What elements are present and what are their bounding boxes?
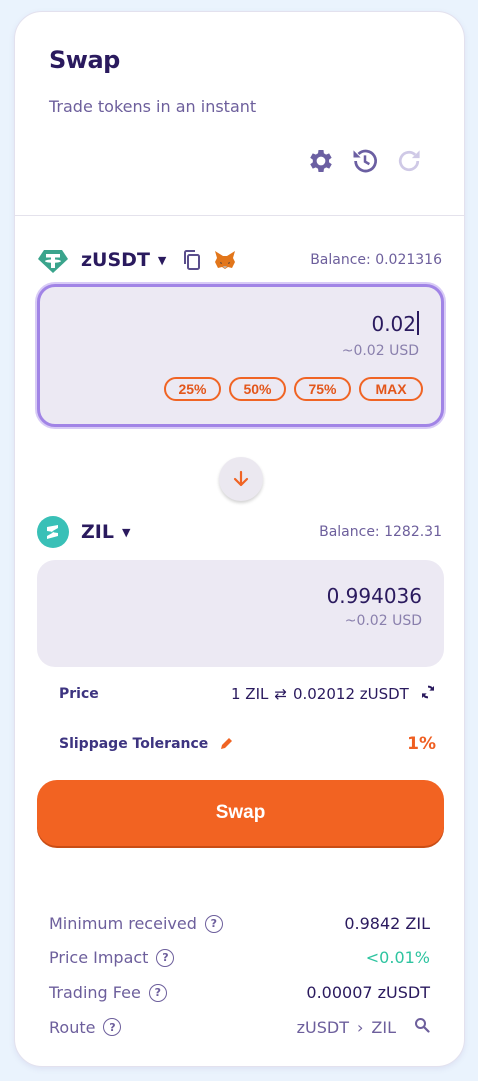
history-icon[interactable] <box>350 146 380 176</box>
from-amount-box[interactable]: 0.02 ~0.02 USD 25% 50% 75% MAX <box>37 284 444 427</box>
pct-75-button[interactable]: 75% <box>294 377 351 401</box>
min-received-label: Minimum received <box>49 914 197 933</box>
from-amount-input[interactable]: 0.02 <box>371 311 419 336</box>
price-label: Price <box>59 686 99 702</box>
divider <box>15 215 464 216</box>
text-cursor <box>417 311 419 335</box>
help-icon[interactable]: ? <box>103 1018 122 1036</box>
to-balance: Balance: 1282.31 <box>319 524 442 540</box>
route-row: Route? zUSDT › ZIL <box>49 1017 430 1037</box>
route-label: Route <box>49 1017 96 1037</box>
pct-50-button[interactable]: 50% <box>229 377 286 401</box>
page-title: Swap <box>49 46 120 74</box>
to-amount-box[interactable]: 0.994036 ~0.02 USD <box>37 560 444 667</box>
route-value: zUSDT › ZIL <box>297 1017 430 1037</box>
arrow-down-icon <box>233 470 249 487</box>
search-icon[interactable] <box>414 1017 430 1037</box>
route-from-token: zUSDT <box>296 1017 349 1037</box>
from-balance: Balance: 0.021316 <box>310 252 442 268</box>
header-actions <box>306 146 424 176</box>
tether-logo-icon <box>37 244 69 276</box>
pct-25-button[interactable]: 25% <box>164 377 221 401</box>
min-received-value: 0.9842 ZIL <box>344 914 430 933</box>
price-row: Price 1 ZIL ⇄ 0.02012 zUSDT <box>59 683 436 705</box>
to-usd-value: ~0.02 USD <box>344 613 422 629</box>
swap-card: Swap Trade tokens in an instant zUSDT ▼ … <box>14 11 465 1067</box>
route-separator: › <box>357 1017 364 1037</box>
zil-logo-icon <box>37 516 69 548</box>
price-impact-value: <0.01% <box>365 948 430 967</box>
swap-arrows-icon: ⇄ <box>274 685 287 703</box>
from-usd-value: ~0.02 USD <box>341 343 419 359</box>
chevron-down-icon[interactable]: ▼ <box>122 526 130 539</box>
to-token-row: ZIL ▼ Balance: 1282.31 <box>37 516 442 548</box>
trading-fee-value: 0.00007 zUSDT <box>306 983 430 1002</box>
invert-price-icon[interactable] <box>420 684 436 704</box>
price-left: 1 ZIL <box>231 685 269 703</box>
slippage-row: Slippage Tolerance 1% <box>59 732 436 756</box>
to-token-name[interactable]: ZIL <box>81 521 114 543</box>
min-received-row: Minimum received? 0.9842 ZIL <box>49 914 430 933</box>
route-to-token: ZIL <box>371 1017 396 1037</box>
swap-button[interactable]: Swap <box>37 780 444 846</box>
price-right: 0.02012 zUSDT <box>292 685 409 703</box>
to-amount-output[interactable]: 0.994036 <box>327 584 422 608</box>
copy-icon[interactable] <box>182 249 202 271</box>
trading-fee-label: Trading Fee <box>49 983 141 1002</box>
help-icon[interactable]: ? <box>204 914 223 933</box>
help-icon[interactable]: ? <box>156 948 175 967</box>
max-button[interactable]: MAX <box>359 377 423 401</box>
price-value: 1 ZIL ⇄ 0.02012 zUSDT <box>231 685 409 703</box>
metamask-fox-icon[interactable] <box>214 250 236 270</box>
price-impact-label: Price Impact <box>49 948 149 967</box>
page-subtitle: Trade tokens in an instant <box>49 97 257 116</box>
percent-buttons: 25% 50% 75% MAX <box>164 377 423 401</box>
trading-fee-row: Trading Fee? 0.00007 zUSDT <box>49 983 430 1002</box>
slippage-label: Slippage Tolerance <box>59 736 209 752</box>
from-token-row: zUSDT ▼ Balance: 0.021316 <box>37 244 442 276</box>
gear-icon[interactable] <box>306 146 336 176</box>
slippage-value[interactable]: 1% <box>407 734 436 754</box>
price-impact-row: Price Impact? <0.01% <box>49 948 430 967</box>
from-token-name[interactable]: zUSDT <box>81 249 150 271</box>
refresh-icon[interactable] <box>394 146 424 176</box>
chevron-down-icon[interactable]: ▼ <box>158 254 166 267</box>
switch-direction-button[interactable] <box>219 457 263 501</box>
pencil-icon[interactable] <box>220 735 234 754</box>
help-icon[interactable]: ? <box>148 983 167 1002</box>
